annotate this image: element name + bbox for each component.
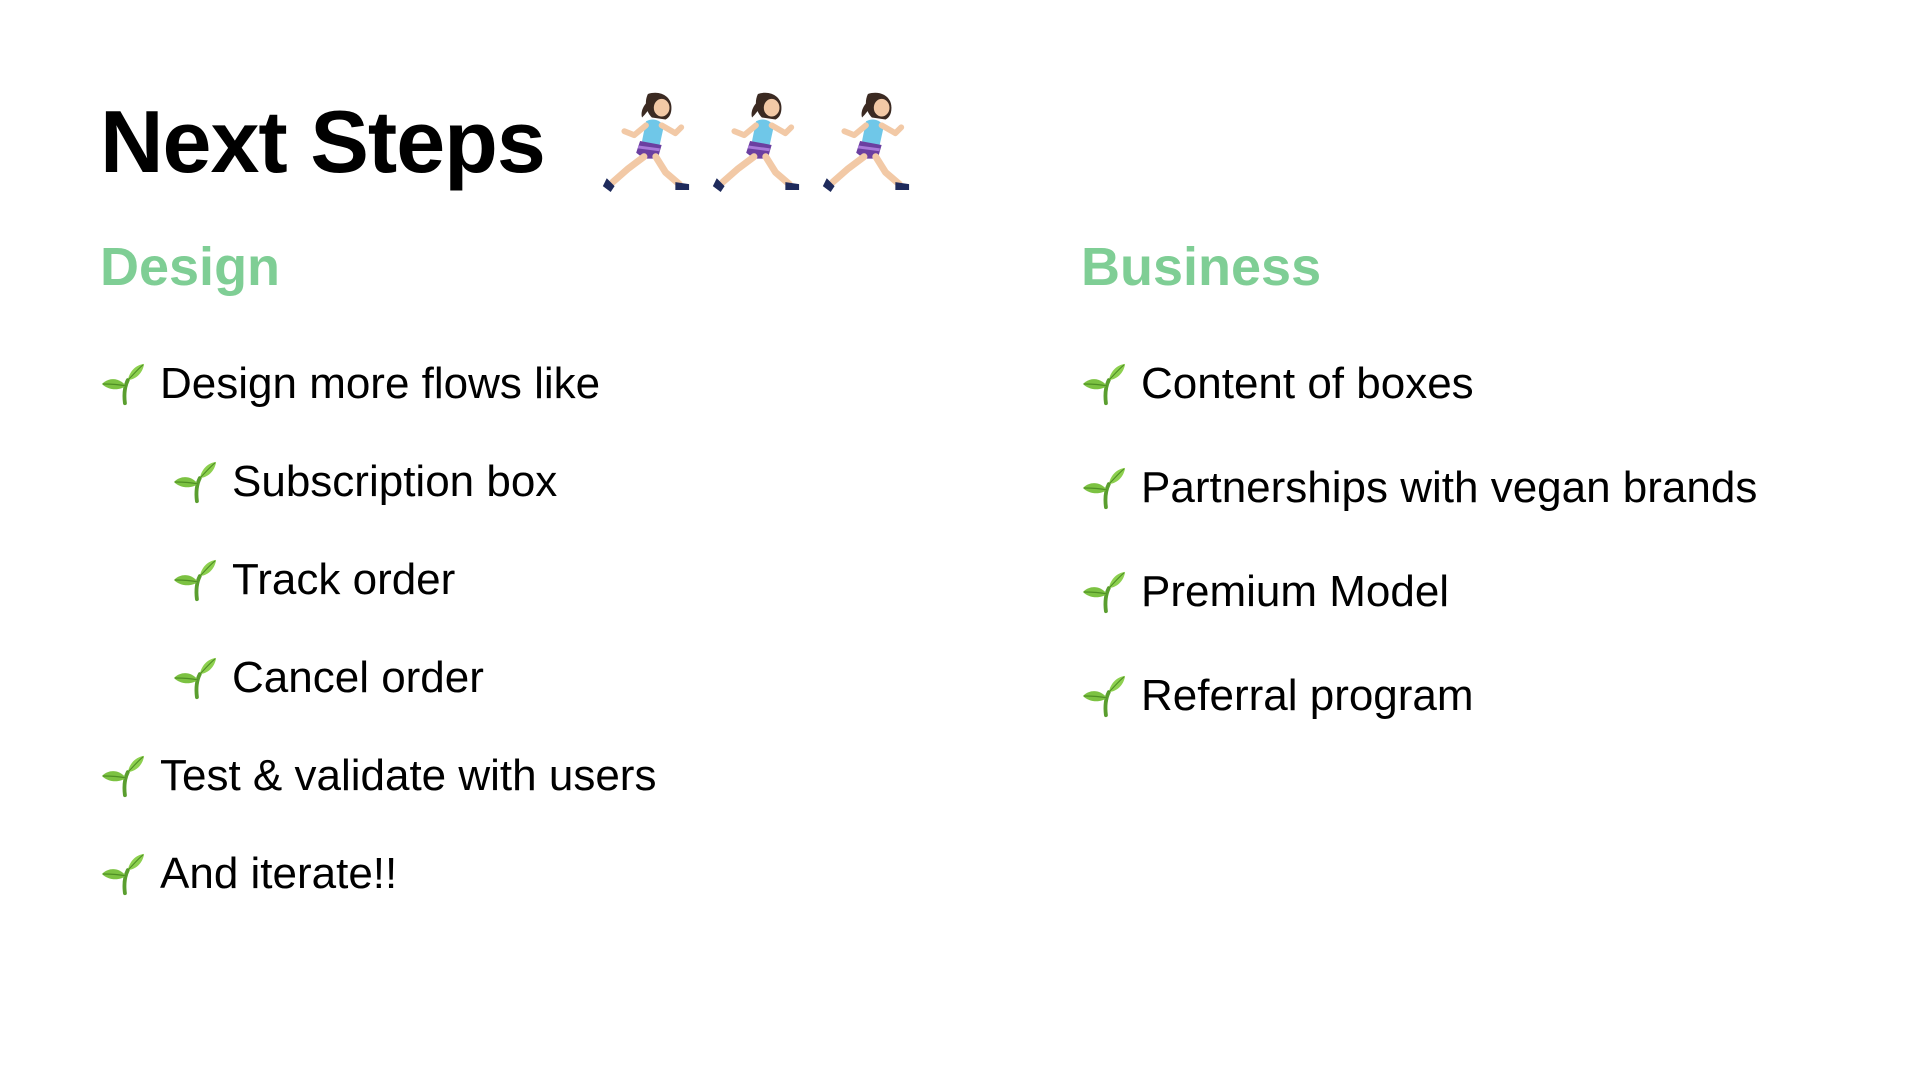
page-title: Next Steps <box>100 92 546 191</box>
slide: Next Steps Design Design more flows like… <box>0 0 1920 1080</box>
title-row: Next Steps <box>100 82 913 202</box>
sprout-icon <box>1081 361 1127 407</box>
list-item-text: Track order <box>232 555 456 604</box>
list-item: Cancel order <box>100 652 1000 704</box>
list-item: Track order <box>100 554 1000 606</box>
sprout-icon <box>1081 465 1127 511</box>
list-item: Test & validate with users <box>100 750 1000 802</box>
sprout-icon <box>100 851 146 897</box>
list-item-text: Premium Model <box>1141 567 1450 616</box>
design-heading: Design <box>100 237 281 297</box>
sprout-icon <box>1081 673 1127 719</box>
list-item-text: Partnerships with vegan brands <box>1141 463 1758 512</box>
list-item-text: Content of boxes <box>1141 359 1474 408</box>
design-list: Design more flows like Subscription box … <box>100 358 1000 946</box>
sprout-icon <box>1081 569 1127 615</box>
list-item-text: And iterate!! <box>160 849 398 898</box>
list-item: Subscription box <box>100 456 1000 508</box>
woman-running-icon <box>815 87 913 197</box>
list-item-text: Cancel order <box>232 653 484 702</box>
list-item: Design more flows like <box>100 358 1000 410</box>
business-column: Business Content of boxes Partnerships w… <box>1081 237 1757 718</box>
sprout-icon <box>100 753 146 799</box>
woman-running-icon <box>705 87 803 197</box>
sprout-icon <box>172 655 218 701</box>
sprout-icon <box>172 459 218 505</box>
business-heading: Business <box>1081 237 1322 297</box>
list-item-text: Referral program <box>1141 671 1474 720</box>
list-item-text: Design more flows like <box>160 359 601 408</box>
list-item: Referral program <box>1081 670 1920 722</box>
design-column: Design Design more flows like Subscripti… <box>100 237 656 896</box>
title-emoji-group <box>595 87 913 197</box>
list-item: Content of boxes <box>1081 358 1920 410</box>
list-item-text: Subscription box <box>232 457 558 506</box>
list-item: And iterate!! <box>100 848 1000 900</box>
business-list: Content of boxes Partnerships with vegan… <box>1081 358 1920 774</box>
woman-running-icon <box>595 87 693 197</box>
sprout-icon <box>172 557 218 603</box>
sprout-icon <box>100 361 146 407</box>
list-item: Premium Model <box>1081 566 1920 618</box>
list-item: Partnerships with vegan brands <box>1081 462 1920 514</box>
list-item-text: Test & validate with users <box>160 751 657 800</box>
